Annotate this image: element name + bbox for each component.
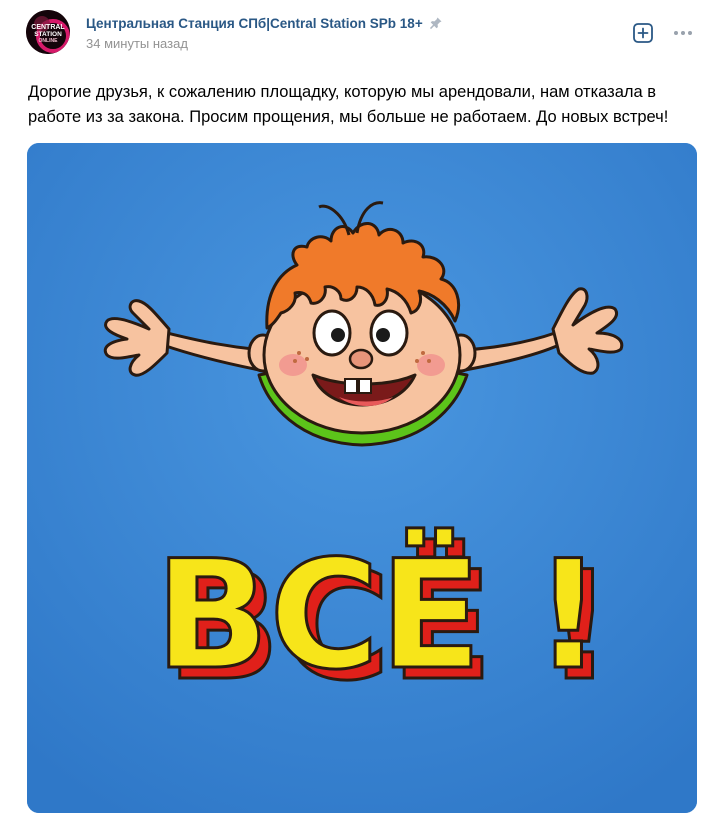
more-horizontal-icon (674, 31, 692, 35)
group-avatar[interactable]: CENTRAL STATION ONLINE (26, 10, 70, 54)
add-square-icon (633, 23, 653, 43)
avatar-text-3: ONLINE (39, 38, 59, 44)
add-to-bookmarks-button[interactable] (632, 22, 654, 44)
post-header: CENTRAL STATION ONLINE Центральная Станц… (26, 10, 706, 58)
post-card: CENTRAL STATION ONLINE Центральная Станц… (0, 0, 724, 813)
post-image[interactable]: ВСЁ ! ВСЁ ! (27, 143, 697, 813)
cartoon-illustration: ВСЁ ! ВСЁ ! (27, 143, 697, 813)
author-line: Центральная Станция СПб|Central Station … (86, 14, 443, 32)
avatar-text-2: STATION (34, 31, 62, 38)
nose (348, 348, 374, 370)
author-name-link[interactable]: Центральная Станция СПб|Central Station … (86, 16, 423, 31)
post-timestamp[interactable]: 34 минуты назад (86, 36, 188, 51)
more-options-button[interactable] (672, 22, 694, 44)
avatar-logo: CENTRAL STATION ONLINE (26, 10, 70, 54)
post-text: Дорогие друзья, к сожалению площадку, ко… (28, 83, 669, 126)
vse-lettering: ВСЁ ! ВСЁ ! (154, 526, 616, 716)
caption-text: ВСЁ ! (155, 527, 603, 703)
pin-icon (429, 16, 443, 30)
avatar-text-1: CENTRAL (31, 24, 65, 31)
